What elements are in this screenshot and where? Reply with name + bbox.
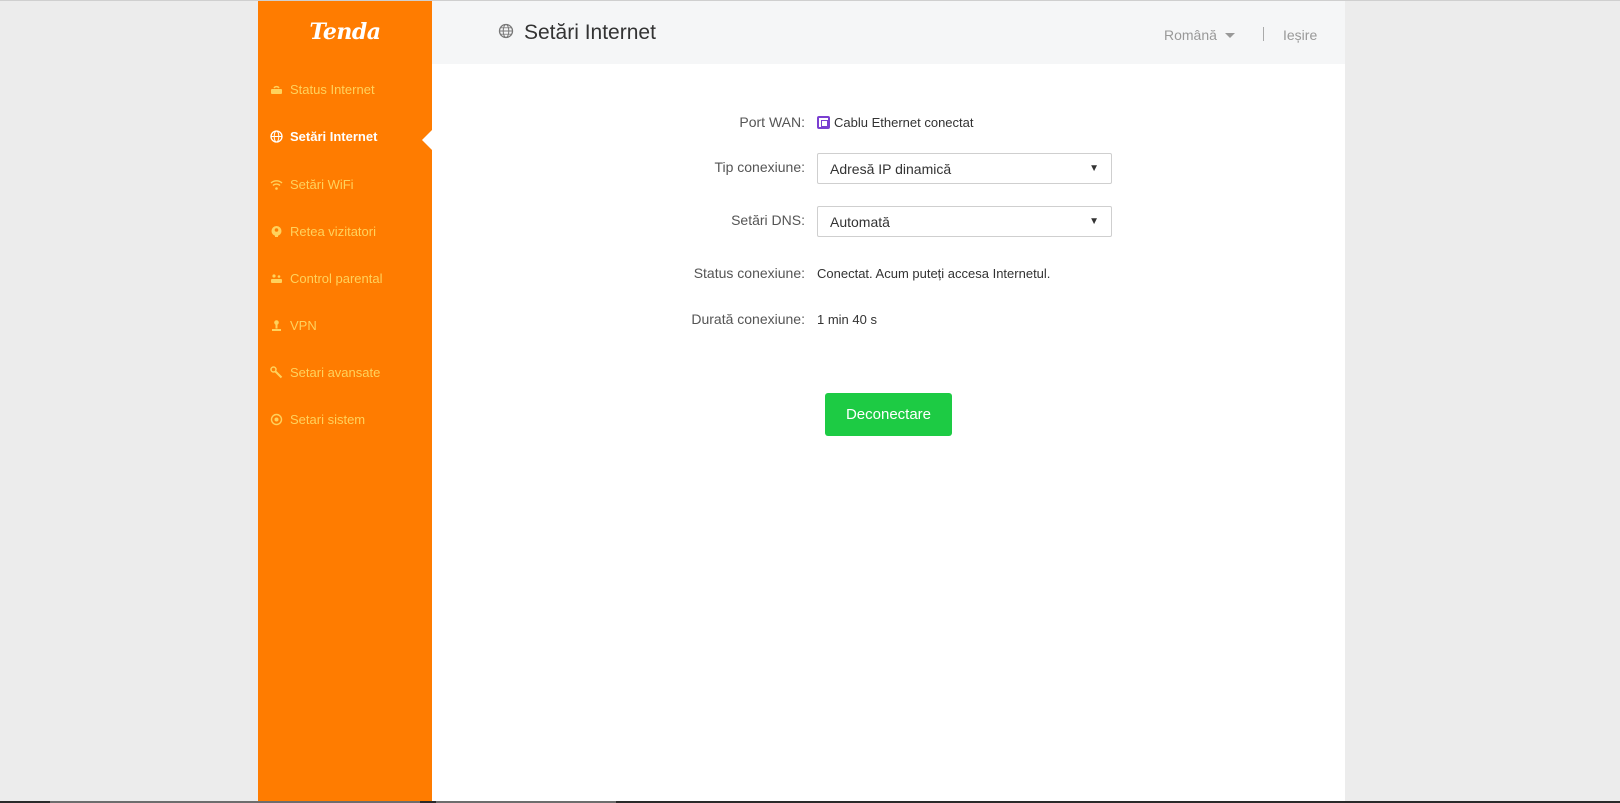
sidebar-item-label: Setări WiFi (290, 176, 354, 192)
logout-link[interactable]: Ieșire (1283, 27, 1317, 43)
sidebar-item-label: Setări Internet (290, 128, 378, 144)
sidebar-item-setari-wifi[interactable]: Setări WiFi (270, 172, 430, 196)
dns-value: Automată (830, 213, 890, 230)
router-admin-app: Tenda Status Internet Setări Internet Se… (258, 1, 1345, 801)
header: Setări Internet Română Ieșire (432, 1, 1345, 64)
connection-status-label: Status conexiune: (693, 265, 805, 281)
connection-type-select[interactable]: Adresă IP dinamică ▼ (817, 153, 1112, 184)
router-status-icon (270, 83, 283, 96)
wrench-icon (270, 365, 283, 379)
sidebar-item-label: Status Internet (290, 81, 375, 97)
connection-duration-row: Durată conexiune: 1 min 40 s (432, 311, 1345, 341)
parental-control-icon (270, 272, 283, 285)
sidebar-item-label: VPN (290, 317, 317, 333)
chevron-down-icon: ▼ (1089, 163, 1099, 174)
sidebar: Tenda Status Internet Setări Internet Se… (258, 1, 433, 801)
chevron-down-icon (1224, 32, 1235, 38)
page-title: Setări Internet (498, 21, 656, 45)
sidebar-item-label: Retea vizitatori (290, 223, 376, 239)
sidebar-item-setari-internet[interactable]: Setări Internet (270, 124, 430, 148)
ethernet-port-icon (817, 116, 830, 129)
guest-network-icon (270, 225, 283, 238)
disconnect-button[interactable]: Deconectare (825, 393, 952, 436)
connection-status-value: Conectat. Acum puteți accesa Internetul. (817, 266, 1051, 281)
sidebar-item-label: Setari avansate (290, 364, 381, 380)
gear-icon (270, 413, 283, 426)
connection-duration-label: Durată conexiune: (691, 311, 805, 327)
tenda-logo: Tenda (309, 19, 381, 45)
language-label: Română (1164, 27, 1217, 43)
header-divider (1263, 27, 1264, 41)
wan-port-row: Port WAN: Cablu Ethernet conectat (432, 112, 1345, 142)
dns-row: Setări DNS: Automată ▼ (432, 206, 1345, 237)
sidebar-item-label: Setari sistem (290, 411, 366, 427)
wifi-icon (270, 178, 283, 191)
chevron-down-icon: ▼ (1089, 216, 1099, 227)
vpn-icon (270, 319, 283, 332)
connection-type-label: Tip conexiune: (714, 159, 805, 175)
sidebar-item-setari-sistem[interactable]: Setari sistem (270, 407, 430, 431)
sidebar-item-status-internet[interactable]: Status Internet (270, 77, 430, 101)
globe-icon (498, 21, 514, 45)
wan-port-value: Cablu Ethernet conectat (834, 115, 974, 130)
sidebar-item-label: Control parental (290, 270, 383, 286)
connection-type-row: Tip conexiune: Adresă IP dinamică ▼ (432, 153, 1345, 184)
dns-label: Setări DNS: (731, 212, 805, 228)
wan-port-value-wrap: Cablu Ethernet conectat (817, 115, 973, 130)
sidebar-item-control-parental[interactable]: Control parental (270, 266, 430, 290)
wan-port-label: Port WAN: (739, 114, 805, 130)
sidebar-item-vpn[interactable]: VPN (270, 313, 430, 337)
page-title-text: Setări Internet (524, 21, 656, 44)
dns-select[interactable]: Automată ▼ (817, 206, 1112, 237)
connection-type-value: Adresă IP dinamică (830, 160, 952, 177)
connection-duration-value: 1 min 40 s (817, 312, 877, 327)
sidebar-item-retea-vizitatori[interactable]: Retea vizitatori (270, 219, 430, 243)
globe-icon (270, 129, 283, 143)
connection-status-row: Status conexiune: Conectat. Acum puteți … (432, 265, 1345, 295)
language-selector[interactable]: Română (1164, 27, 1235, 43)
sidebar-item-setari-avansate[interactable]: Setari avansate (270, 360, 430, 384)
